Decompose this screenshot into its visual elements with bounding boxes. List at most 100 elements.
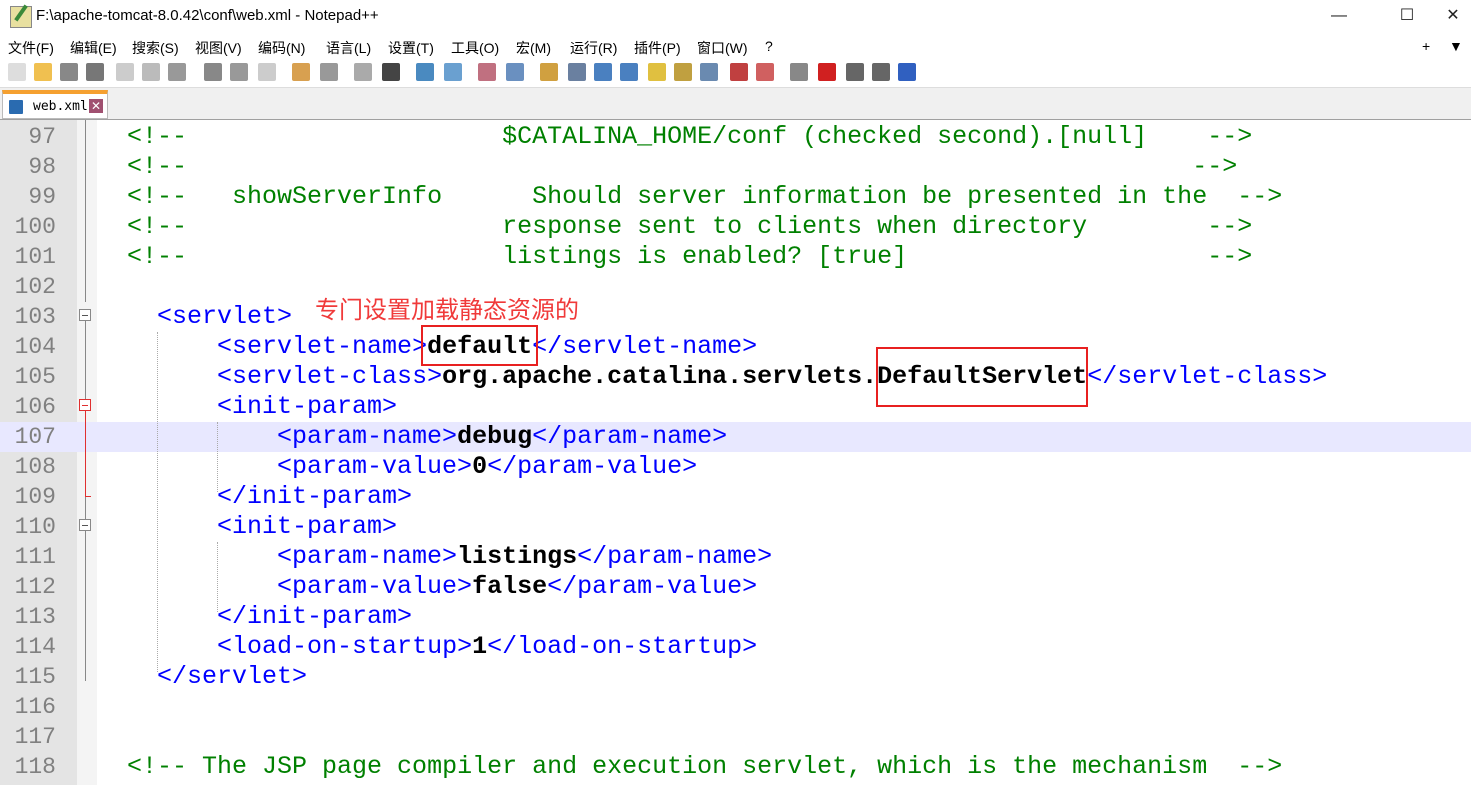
toolbar-button-icon[interactable]	[478, 63, 496, 81]
menu-item[interactable]: 工具(O)	[451, 38, 499, 58]
toolbar-button-icon[interactable]	[700, 63, 718, 81]
minimize-button[interactable]: —	[1316, 4, 1362, 28]
toolbar-button-icon[interactable]	[648, 63, 666, 81]
toolbar-button-icon[interactable]	[86, 63, 104, 81]
comment-token: <!-- listings is enabled? [true] -->	[127, 242, 1253, 271]
fold-toggle-110[interactable]	[79, 519, 91, 531]
menu-item[interactable]: 视图(V)	[195, 38, 242, 58]
menu-item[interactable]: ?	[765, 38, 773, 54]
code-text: <!-- The JSP page compiler and execution…	[97, 752, 1282, 782]
code-text: <!-- showServerInfo Should server inform…	[97, 182, 1282, 212]
tag-token: </param-name>	[577, 542, 773, 571]
toolbar-button-icon[interactable]	[320, 63, 338, 81]
menu-item[interactable]: 编辑(E)	[70, 38, 117, 58]
line-number: 105	[14, 364, 56, 390]
toolbar-button-icon[interactable]	[568, 63, 586, 81]
code-line[interactable]: 109 </init-param>	[0, 482, 1471, 512]
menu-item[interactable]: 运行(R)	[570, 38, 617, 58]
menu-item[interactable]: 设置(T)	[388, 38, 434, 58]
toolbar-button-icon[interactable]	[898, 63, 916, 81]
code-editor[interactable]: 97 <!-- $CATALINA_HOME/conf (checked sec…	[0, 120, 1471, 785]
fold-toggle-103[interactable]	[79, 309, 91, 321]
text-token: listings	[457, 542, 578, 571]
code-line[interactable]: 113 </init-param>	[0, 602, 1471, 632]
toolbar-button-icon[interactable]	[230, 63, 248, 81]
menu-item[interactable]: 文件(F)	[8, 38, 54, 58]
save-icon	[9, 100, 23, 114]
code-line[interactable]: 97 <!-- $CATALINA_HOME/conf (checked sec…	[0, 122, 1471, 152]
toolbar-button-icon[interactable]	[8, 63, 26, 81]
tab-web-xml[interactable]: web.xml ✕	[2, 90, 108, 119]
code-line[interactable]: 107 <param-name>debug</param-name>	[0, 422, 1471, 452]
toolbar-button-icon[interactable]	[34, 63, 52, 81]
code-line[interactable]: 112 <param-value>false</param-value>	[0, 572, 1471, 602]
code-line[interactable]: 101 <!-- listings is enabled? [true] -->	[0, 242, 1471, 272]
toolbar-button-icon[interactable]	[444, 63, 462, 81]
toolbar-button-icon[interactable]	[790, 63, 808, 81]
line-number: 110	[14, 514, 56, 540]
line-number: 100	[14, 214, 56, 240]
code-line[interactable]: 114 <load-on-startup>1</load-on-startup>	[0, 632, 1471, 662]
close-button[interactable]: ✕	[1430, 4, 1471, 28]
code-line[interactable]: 115 </servlet>	[0, 662, 1471, 692]
toolbar-button-icon[interactable]	[382, 63, 400, 81]
menu-item[interactable]: 语言(L)	[326, 38, 371, 58]
code-line[interactable]: 98 <!-- -->	[0, 152, 1471, 182]
code-line[interactable]: 118 <!-- The JSP page compiler and execu…	[0, 752, 1471, 782]
toolbar-button-icon[interactable]	[354, 63, 372, 81]
toolbar-button-icon[interactable]	[416, 63, 434, 81]
tab-close-icon[interactable]: ✕	[89, 99, 103, 113]
toolbar-button-icon[interactable]	[674, 63, 692, 81]
code-line[interactable]: 105 <servlet-class>org.apache.catalina.s…	[0, 362, 1471, 392]
code-line[interactable]: 110 <init-param>	[0, 512, 1471, 542]
code-line[interactable]: 102	[0, 272, 1471, 302]
toolbar-button-icon[interactable]	[756, 63, 774, 81]
code-text: </init-param>	[97, 602, 412, 632]
menu-item[interactable]: 窗口(W)	[697, 38, 748, 58]
menu-item[interactable]: 编码(N)	[258, 38, 305, 58]
menu-item[interactable]: 搜索(S)	[132, 38, 179, 58]
toolbar-button-icon[interactable]	[846, 63, 864, 81]
code-line[interactable]: 106 <init-param>	[0, 392, 1471, 422]
tag-token: <param-value>	[277, 452, 473, 481]
menu-item[interactable]: 插件(P)	[634, 38, 681, 58]
toolbar-button-icon[interactable]	[204, 63, 222, 81]
code-line[interactable]: 100 <!-- response sent to clients when d…	[0, 212, 1471, 242]
code-line[interactable]: 99 <!-- showServerInfo Should server inf…	[0, 182, 1471, 212]
code-line[interactable]: 103 <servlet>	[0, 302, 1471, 332]
code-text: <!-- -->	[97, 152, 1237, 182]
toolbar-button-icon[interactable]	[142, 63, 160, 81]
toolbar-button-icon[interactable]	[506, 63, 524, 81]
menu-item[interactable]: 宏(M)	[516, 38, 551, 58]
menu-bar: + ▼ 文件(F) 编辑(E) 搜索(S) 视图(V) 编码(N) 语言(L) 设置(T) 工…	[0, 36, 1471, 58]
line-number: 107	[14, 424, 56, 450]
code-line[interactable]: 108 <param-value>0</param-value>	[0, 452, 1471, 482]
notepad-app-icon	[10, 6, 32, 28]
tab-label: web.xml	[33, 99, 88, 114]
toolbar-button-icon[interactable]	[540, 63, 558, 81]
toolbar-button-icon[interactable]	[116, 63, 134, 81]
menu-plus-button[interactable]: +	[1422, 38, 1430, 54]
line-number: 97	[28, 124, 56, 150]
toolbar-button-icon[interactable]	[730, 63, 748, 81]
fold-toggle-106[interactable]	[79, 399, 91, 411]
toolbar-button-icon[interactable]	[872, 63, 890, 81]
toolbar-button-icon[interactable]	[60, 63, 78, 81]
toolbar-button-icon[interactable]	[292, 63, 310, 81]
text-token: 0	[472, 452, 488, 481]
code-text: <servlet-class>org.apache.catalina.servl…	[97, 362, 1327, 392]
code-line[interactable]: 116	[0, 692, 1471, 722]
code-line[interactable]: 104 <servlet-name>default</servlet-name>	[0, 332, 1471, 362]
toolbar-button-icon[interactable]	[620, 63, 638, 81]
maximize-button[interactable]: ☐	[1384, 4, 1430, 28]
toolbar-button-icon[interactable]	[258, 63, 276, 81]
toolbar-button-icon[interactable]	[818, 63, 836, 81]
toolbar-button-icon[interactable]	[168, 63, 186, 81]
code-line[interactable]: 111 <param-name>listings</param-name>	[0, 542, 1471, 572]
menu-dropdown-button[interactable]: ▼	[1449, 38, 1463, 54]
toolbar-button-icon[interactable]	[594, 63, 612, 81]
code-line[interactable]: 117	[0, 722, 1471, 752]
